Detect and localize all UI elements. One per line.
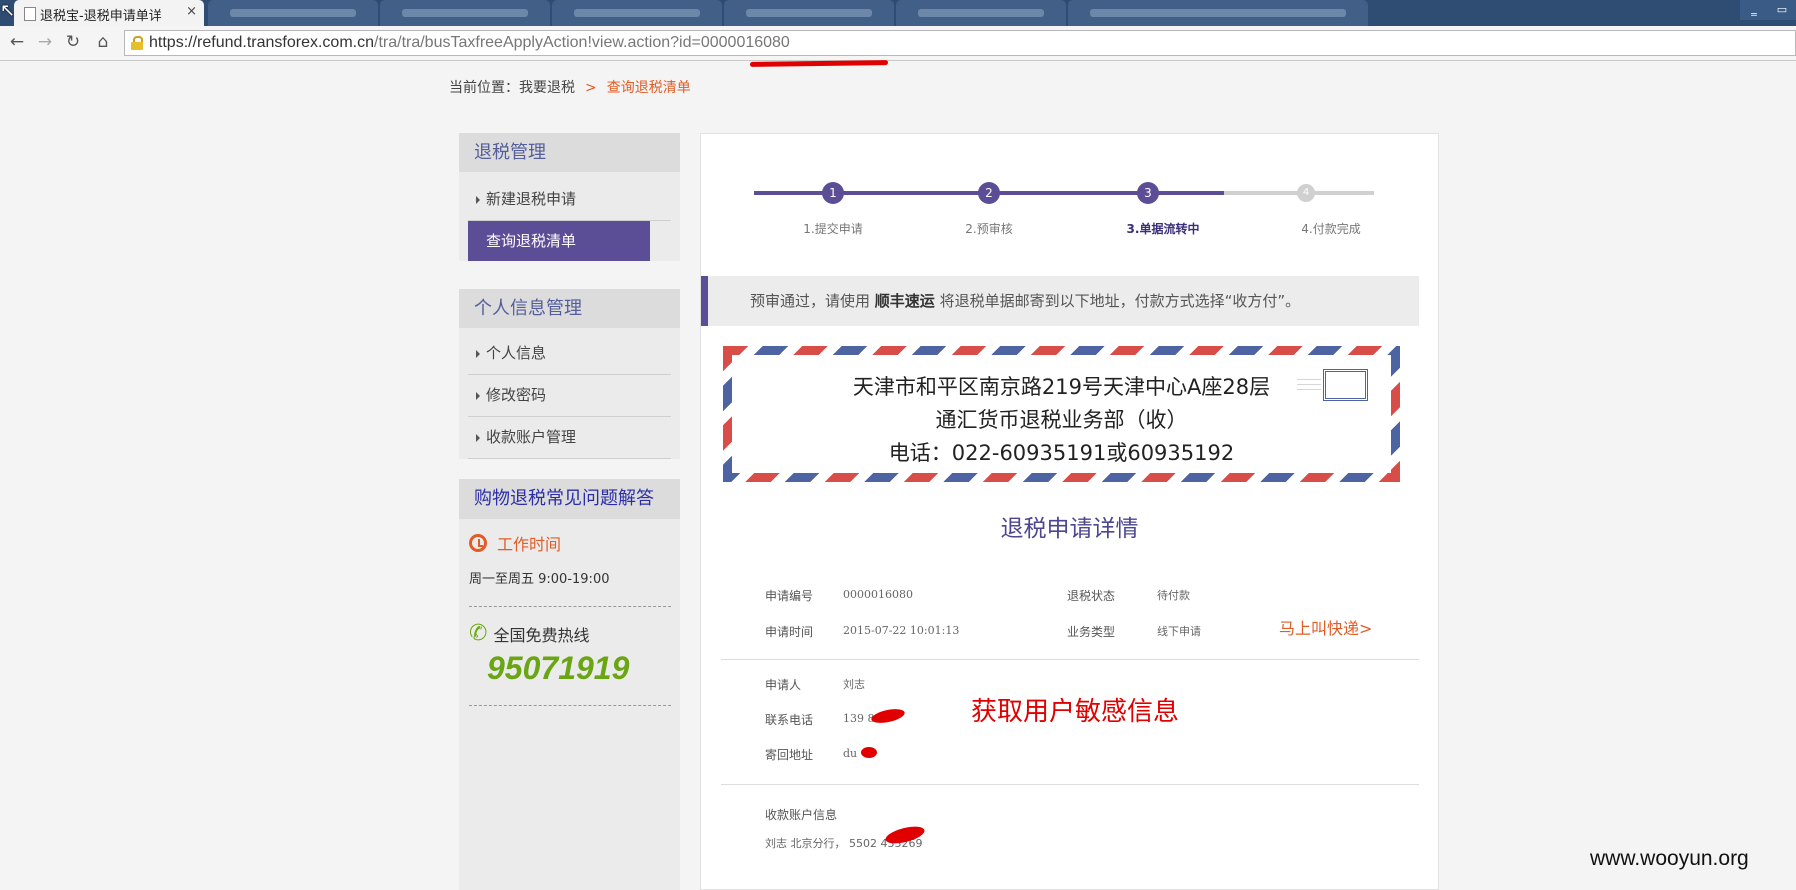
mouse-cursor-icon: ↖: [0, 0, 16, 21]
browser-tab-bar: 退税宝-退税申请单详 × ‗ ▭: [0, 0, 1796, 26]
applicant-value: 刘志: [843, 678, 865, 691]
annotation-text: 获取用户敏感信息: [971, 697, 1180, 727]
breadcrumb: 当前位置：我要退税 > 查询退税清单: [449, 77, 691, 97]
page-icon: [24, 7, 36, 21]
url-text[interactable]: https://refund.transforex.com.cn/tra/tra…: [149, 34, 790, 52]
apply-no-value: 0000016080: [843, 588, 913, 601]
faq-link[interactable]: 购物退税常见问题解答: [459, 479, 680, 519]
sidebar-section-personal: 个人信息管理: [459, 289, 680, 328]
breadcrumb-prefix[interactable]: 当前位置：我要退税: [449, 80, 575, 96]
divider: [721, 659, 1419, 660]
notice-text: 预审通过，请使用: [750, 292, 871, 310]
address-bar[interactable]: https://refund.transforex.com.cn/tra/tra…: [124, 30, 1796, 56]
step-node-3: 3: [1137, 182, 1159, 204]
minimize-icon[interactable]: ‗: [1740, 0, 1768, 20]
status-value: 待付款: [1157, 589, 1190, 602]
step-node-4: 4: [1297, 184, 1315, 202]
step-label-3: 3.单据流转中: [1126, 222, 1200, 236]
sidebar-item-personal-info[interactable]: 个人信息: [468, 333, 671, 375]
step-label-1: 1.提交申请: [803, 222, 863, 236]
hotline-label: 全国免费热线: [493, 625, 590, 645]
sidebar-section-refund-mgmt: 退税管理: [459, 133, 680, 172]
lock-icon: [131, 36, 143, 50]
step-label-2: 2.预审核: [965, 222, 1013, 236]
tab-blurred[interactable]: [380, 0, 550, 26]
step-node-1: 1: [822, 182, 844, 204]
tab-title: 退税宝-退税申请单详: [40, 9, 162, 24]
apply-time-value: 2015-07-22 10:01:13: [843, 624, 960, 637]
back-icon[interactable]: ←: [6, 31, 28, 53]
sidebar-item-change-password[interactable]: 修改密码: [468, 375, 671, 417]
mailing-address: 天津市和平区南京路219号天津中心A座28层 通汇货币退税业务部（收） 电话：0…: [732, 371, 1391, 470]
redaction-mark: [861, 747, 877, 758]
call-express-link[interactable]: 马上叫快递>: [1279, 615, 1372, 639]
breadcrumb-current: 查询退税清单: [606, 80, 691, 96]
step-node-2: 2: [978, 182, 1000, 204]
sidebar-item-query-refund[interactable]: 查询退税清单: [468, 221, 650, 261]
tab-blurred[interactable]: [724, 0, 894, 26]
worktime-hours: 周一至周五 9:00-19:00: [469, 568, 671, 607]
applicant-label: 申请人: [765, 678, 802, 692]
tab-blurred[interactable]: [208, 0, 378, 26]
sidebar: 退税管理 新建退税申请 查询退税清单 个人信息管理 个人信息 修改密码 收款账户…: [459, 133, 680, 890]
status-label: 退税状态: [1067, 589, 1116, 603]
phone-line: 电话：022-60935191或60935192: [888, 441, 1235, 465]
biz-type-label: 业务类型: [1067, 625, 1116, 639]
worktime-heading: 工作时间: [469, 531, 680, 555]
home-icon[interactable]: ⌂: [92, 31, 114, 53]
forward-icon[interactable]: →: [34, 31, 56, 53]
phone-icon: ✆: [469, 621, 488, 646]
address-line: 天津市和平区南京路219号天津中心A座28层: [852, 375, 1271, 399]
divider: [469, 705, 671, 706]
progress-steps: 1 2 3 4 1.提交申请 2.预审核 3.单据流转中 4.付款完成: [701, 134, 1438, 274]
main-content: 1 2 3 4 1.提交申请 2.预审核 3.单据流转中 4.付款完成 预审通过…: [700, 133, 1439, 890]
address-value: du: [843, 747, 858, 760]
tab-active[interactable]: 退税宝-退税申请单详 ×: [14, 0, 204, 26]
notice-banner: 预审通过，请使用 顺丰速运 将退税单据邮寄到以下地址，付款方式选择“收方付”。: [701, 276, 1419, 326]
worktime-label: 工作时间: [497, 535, 562, 554]
step-label-4: 4.付款完成: [1301, 222, 1361, 236]
sidebar-item-payee-account[interactable]: 收款账户管理: [468, 417, 671, 459]
hotline-heading: ✆ 全国免费热线: [469, 621, 680, 646]
hotline-number: 95071919: [487, 650, 630, 686]
account-label: 收款账户信息: [765, 808, 838, 822]
notice-text-after: 将退税单据邮寄到以下地址，付款方式选择“收方付”。: [939, 292, 1301, 310]
tab-blurred[interactable]: [552, 0, 722, 26]
annotation-underline: [749, 60, 889, 67]
phone-label: 联系电话: [765, 713, 814, 727]
notice-courier: 顺丰速运: [874, 292, 935, 310]
reload-icon[interactable]: ↻: [62, 31, 84, 53]
biz-type-value: 线下申请: [1157, 625, 1201, 638]
detail-title: 退税申请详情: [1000, 516, 1139, 542]
clock-icon: [469, 534, 487, 552]
apply-no-label: 申请编号: [765, 589, 814, 603]
browser-toolbar: ← → ↻ ⌂ https://refund.transforex.com.cn…: [0, 26, 1796, 61]
breadcrumb-separator: >: [585, 80, 597, 96]
tab-blurred[interactable]: [896, 0, 1066, 26]
tab-blurred[interactable]: [1068, 0, 1368, 26]
sidebar-item-new-refund[interactable]: 新建退税申请: [468, 179, 671, 221]
address-label: 寄回地址: [765, 748, 814, 762]
watermark: www.wooyun.org: [1590, 847, 1749, 870]
maximize-icon[interactable]: ▭: [1768, 0, 1796, 20]
recipient-line: 通汇货币退税业务部（收）: [935, 408, 1188, 432]
close-tab-icon[interactable]: ×: [186, 4, 197, 19]
divider: [721, 784, 1419, 785]
mailing-address-envelope: 天津市和平区南京路219号天津中心A座28层 通汇货币退税业务部（收） 电话：0…: [723, 346, 1400, 482]
apply-time-label: 申请时间: [765, 625, 814, 639]
